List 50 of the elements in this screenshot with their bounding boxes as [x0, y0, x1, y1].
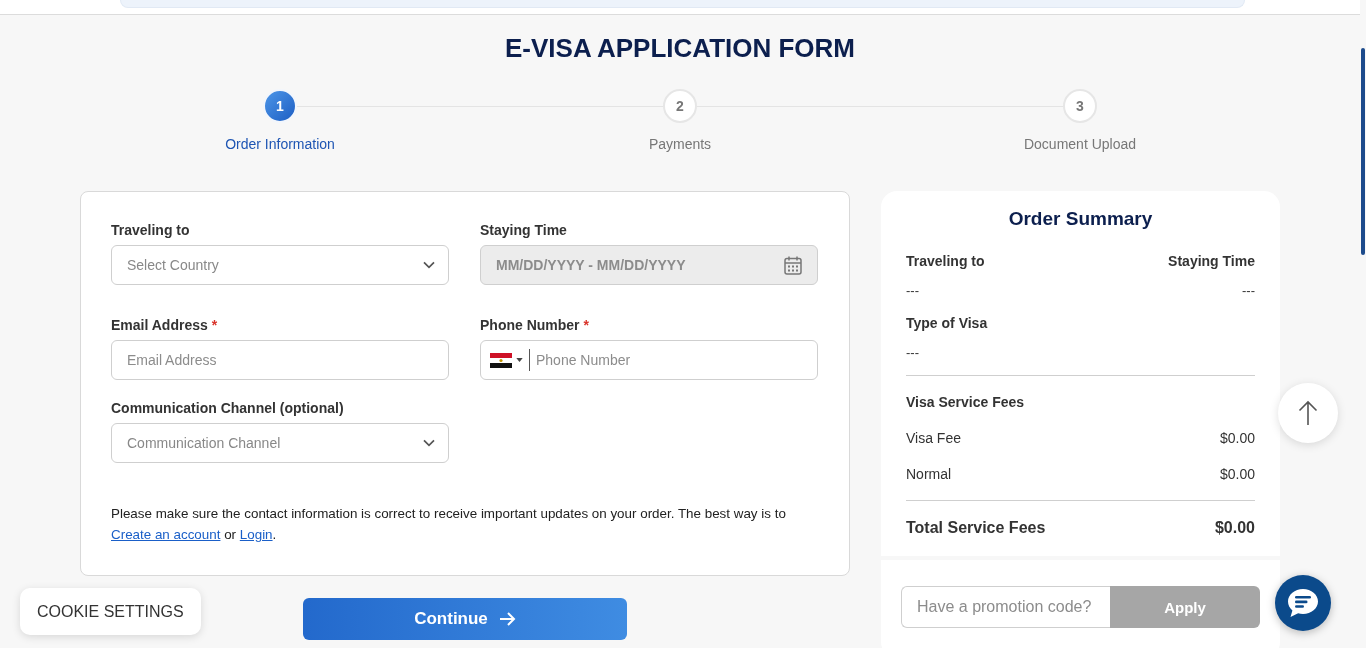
dropdown-field[interactable]: Select Country [111, 245, 449, 285]
step-number: 3 [1063, 89, 1097, 123]
field-label: Phone Number [480, 317, 580, 333]
summary-label: Type of Visa [906, 314, 988, 333]
step-label: Document Upload [1023, 135, 1137, 153]
phone-field[interactable]: Phone Number [480, 340, 818, 380]
text-input-field[interactable]: Email Address [111, 340, 449, 380]
continue-button[interactable]: Continue [303, 598, 627, 640]
step-number: 2 [663, 89, 697, 123]
login-link[interactable]: Login [239, 527, 273, 542]
page-title: E-VISA APPLICATION FORM [503, 32, 856, 64]
required-asterisk: * [583, 317, 590, 333]
calendar-icon [784, 256, 802, 275]
total-amount: $0.00 [1214, 518, 1255, 538]
caret-icon [516, 358, 523, 362]
summary-label: Staying Time [1168, 252, 1255, 271]
cookie-settings-button[interactable]: COOKIE SETTINGS [20, 588, 201, 635]
contact-note: Please make sure the contact information is correct to receive important updates on your order. The best way is to Create an account or Login. [111, 505, 787, 544]
total-label: Total Service Fees [906, 518, 1046, 538]
fee-label: Normal [906, 465, 952, 484]
chevron-down-icon [423, 439, 435, 447]
header-search-field[interactable] [120, 0, 1245, 8]
fees-heading: Visa Service Fees [906, 393, 1026, 412]
scrollbar-thumb[interactable] [1361, 48, 1365, 255]
country-code-picker[interactable] [490, 349, 530, 371]
step-number: 1 [263, 89, 297, 123]
field-label: Email Address [111, 317, 208, 333]
dropdown-field[interactable]: Communication Channel [111, 423, 449, 463]
summary-label: Traveling to [906, 252, 985, 271]
fee-amount: $0.00 [1219, 429, 1255, 448]
field-label: Communication Channel (optional) [111, 400, 344, 416]
field-label: Staying Time [480, 222, 567, 238]
arrow-up-icon [1298, 400, 1318, 426]
summary-title: Order Summary [1007, 207, 1154, 231]
chevron-down-icon [423, 261, 435, 269]
summary-value: --- [906, 282, 919, 300]
field-label: Traveling to [111, 222, 190, 238]
arrow-right-icon [499, 612, 516, 626]
fee-label: Visa Fee [906, 429, 961, 448]
summary-value: --- [906, 344, 919, 362]
flag-icon [490, 352, 512, 368]
step-label: Payments [648, 135, 712, 153]
summary-value: --- [1242, 282, 1255, 300]
chat-bubble-icon [1288, 589, 1318, 617]
fee-amount: $0.00 [1219, 465, 1255, 484]
create-account-link[interactable]: Create an account [111, 527, 221, 542]
step-label: Order Information [225, 135, 335, 153]
required-asterisk: * [211, 317, 218, 333]
chat-button[interactable] [1275, 575, 1331, 631]
scroll-to-top-button[interactable] [1278, 383, 1338, 443]
